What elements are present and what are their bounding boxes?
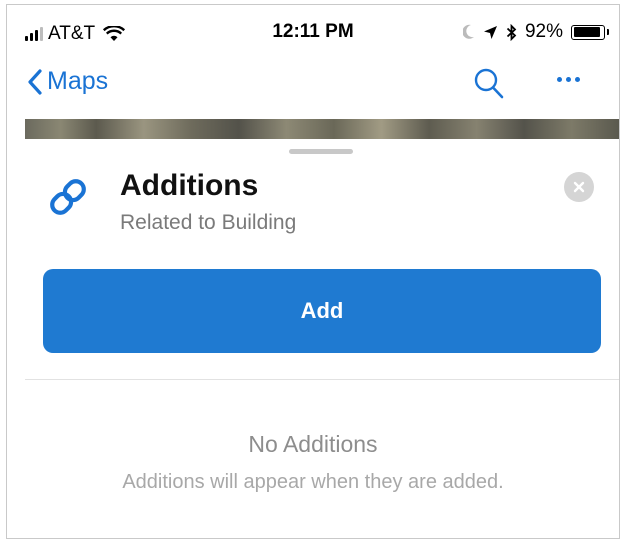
panel-subtitle: Related to Building [120, 211, 297, 234]
close-button[interactable] [564, 172, 594, 202]
empty-state-message: Additions will appear when they are adde… [122, 471, 504, 493]
bluetooth-icon [506, 23, 517, 41]
back-button-label: Maps [47, 67, 109, 95]
map-background [25, 119, 619, 139]
search-icon[interactable] [473, 67, 505, 101]
navigation-bar: Maps [7, 57, 619, 119]
close-icon [573, 181, 585, 193]
chevron-left-icon [28, 68, 42, 95]
battery-percentage: 92% [524, 21, 563, 42]
app-screen: AT&T 12:11 PM 92% Maps Additions Related… [6, 4, 620, 539]
back-button[interactable]: Maps [27, 67, 108, 96]
related-records-panel: Additions Related to Building Add No Add… [7, 139, 619, 538]
more-options-icon[interactable] [557, 77, 580, 82]
empty-state-title: No Additions [248, 431, 378, 457]
battery-icon [571, 24, 609, 40]
location-arrow-icon [483, 25, 497, 39]
link-icon [50, 179, 86, 215]
status-bar: AT&T 12:11 PM 92% [7, 5, 619, 57]
moon-icon [462, 24, 474, 39]
sheet-grabber-handle[interactable] [289, 149, 353, 154]
panel-title: Additions [120, 169, 259, 202]
divider [25, 379, 619, 380]
status-right: 92% [462, 21, 609, 43]
add-button[interactable]: Add [43, 269, 601, 353]
